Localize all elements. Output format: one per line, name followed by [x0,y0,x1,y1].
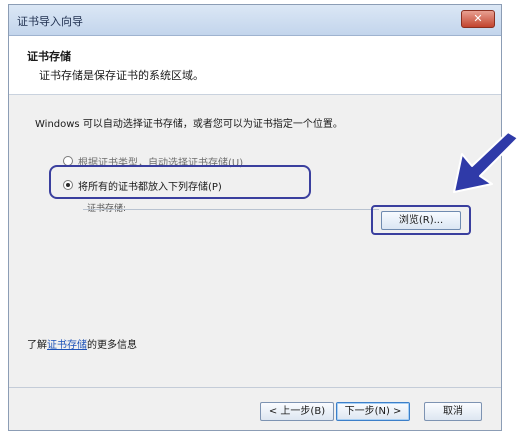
page-title: 证书存储 [27,50,71,63]
wizard-header: 证书存储 证书存储是保存证书的系统区域。 [9,36,501,95]
page-subtitle: 证书存储是保存证书的系统区域。 [39,69,204,82]
screen: 证书导入向导 ✕ 证书存储 证书存储是保存证书的系统区域。 Windows 可以… [0,0,526,437]
title-bar: 证书导入向导 ✕ [9,5,501,36]
learn-more-suffix: 的更多信息 [87,340,137,351]
learn-more-text: 了解证书存储的更多信息 [27,336,137,351]
learn-more-prefix: 了解 [27,340,47,351]
window-title: 证书导入向导 [17,15,83,28]
certificate-stores-link[interactable]: 证书存储 [47,340,87,351]
certificate-store-field [83,209,379,210]
back-button[interactable]: < 上一步(B) [260,402,334,421]
cancel-button[interactable]: 取消 [424,402,482,421]
option-highlight-outline [49,165,311,199]
certificate-import-wizard-dialog: 证书导入向导 ✕ 证书存储 证书存储是保存证书的系统区域。 Windows 可以… [8,4,502,431]
intro-text: Windows 可以自动选择证书存储，或者您可以为证书指定一个位置。 [35,119,343,130]
browse-button[interactable]: 浏览(R)... [381,211,461,230]
certificate-store-label: 证书存储: [87,204,127,214]
footer-divider [9,387,501,388]
arrow-shape [453,132,519,193]
close-button[interactable]: ✕ [461,10,495,28]
arrow-icon [453,132,519,193]
next-button[interactable]: 下一步(N) > [336,402,410,421]
